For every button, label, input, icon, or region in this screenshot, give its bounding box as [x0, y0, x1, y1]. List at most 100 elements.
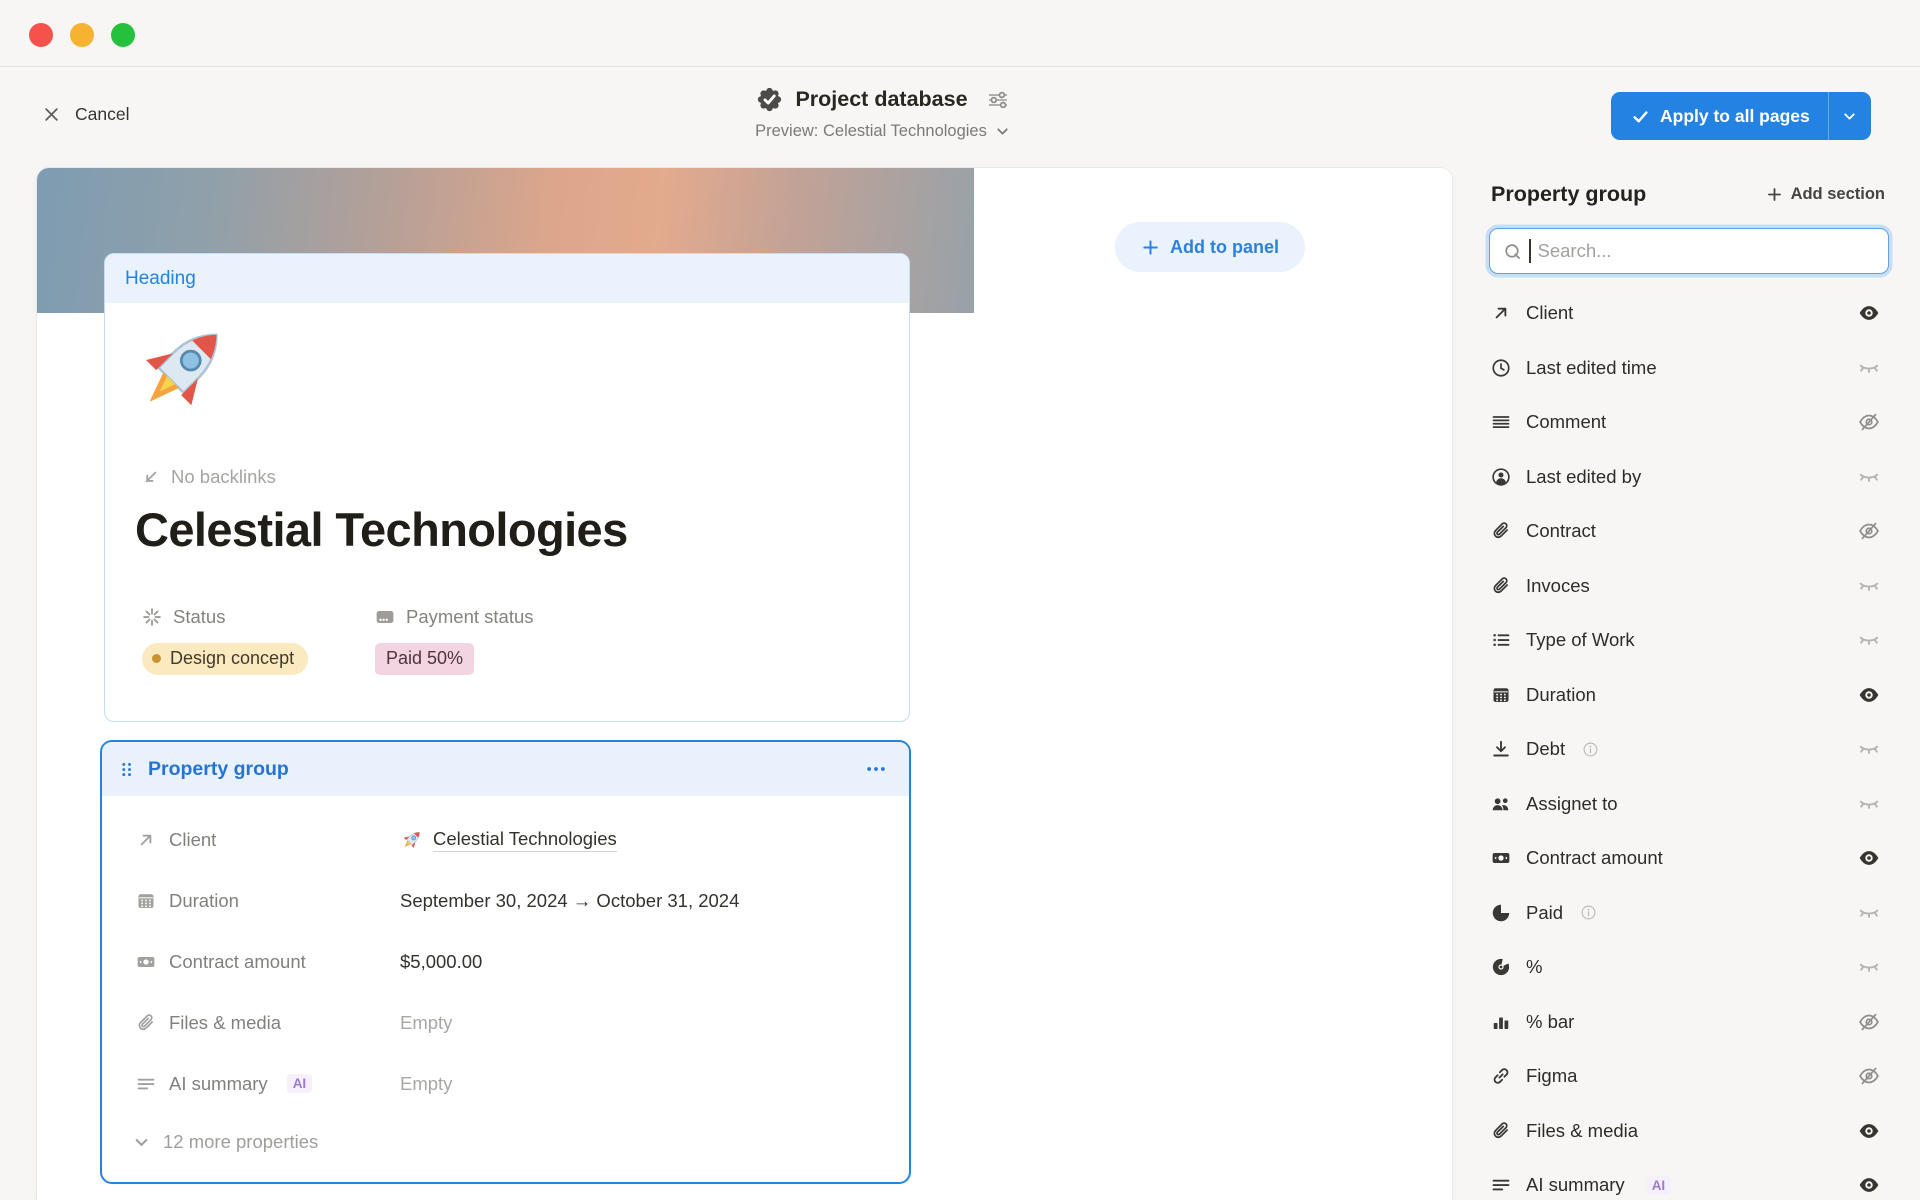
show-more-properties[interactable]: 12 more properties: [102, 1114, 909, 1170]
page-title: Celestial Technologies: [135, 502, 628, 557]
visibility-toggle-eye-closed[interactable]: [1858, 793, 1880, 815]
minimize-window-button[interactable]: [70, 23, 94, 47]
sidebar-item-%[interactable]: %: [1489, 940, 1889, 995]
plus-icon: [1766, 186, 1783, 203]
toolbar: Cancel Project database Preview: Celesti…: [0, 68, 1920, 168]
property-sidebar: Property group Add section Search... Cli…: [1489, 168, 1889, 1200]
align-lines-icon: [136, 1074, 156, 1094]
visibility-toggle-eye-closed[interactable]: [1858, 466, 1880, 488]
sidebar-item-contract[interactable]: Contract: [1489, 504, 1889, 559]
more-menu-icon[interactable]: [865, 758, 887, 780]
add-section-button[interactable]: Add section: [1766, 185, 1885, 204]
visibility-toggle-eye-open[interactable]: [1858, 1120, 1880, 1142]
visibility-toggle-eye-off[interactable]: [1858, 520, 1880, 542]
property-row-files-media[interactable]: Files & mediaEmpty: [102, 992, 909, 1053]
more-properties-label: 12 more properties: [163, 1131, 318, 1153]
apply-options-caret[interactable]: [1829, 92, 1871, 140]
sidebar-item-paid[interactable]: Paid: [1489, 886, 1889, 941]
zoom-window-button[interactable]: [111, 23, 135, 47]
apply-to-all-pages-button[interactable]: Apply to all pages: [1611, 92, 1871, 140]
sidebar-item-client[interactable]: Client: [1489, 286, 1889, 341]
sidebar-item-label: Duration: [1526, 684, 1596, 706]
property-row-duration[interactable]: DurationSeptember 30, 2024 → October 31,…: [102, 870, 909, 931]
info-icon: [1580, 904, 1597, 921]
text-caret: [1529, 239, 1531, 263]
verified-badge-icon: [756, 86, 783, 113]
visibility-toggle-eye-open[interactable]: [1858, 847, 1880, 869]
visibility-toggle-eye-off[interactable]: [1858, 411, 1880, 433]
visibility-toggle-eye-closed[interactable]: [1858, 902, 1880, 924]
arrow-down-left-icon: [141, 467, 161, 487]
visibility-toggle-eye-open[interactable]: [1858, 1174, 1880, 1196]
property-rows: ClientCelestial TechnologiesDurationSept…: [102, 796, 909, 1114]
sidebar-item-label: Client: [1526, 302, 1573, 324]
property-label: Contract amount: [136, 951, 400, 973]
sidebar-item-label: AI summary: [1526, 1174, 1625, 1196]
banknote-icon: [1491, 848, 1511, 868]
visibility-toggle-eye-closed[interactable]: [1858, 738, 1880, 760]
property-value: Empty: [400, 1012, 452, 1034]
heading-section-card[interactable]: Heading No backlinks Celestial Technolog…: [104, 253, 910, 722]
calendar-icon: [136, 891, 156, 911]
sidebar-item-label: % bar: [1526, 1011, 1574, 1033]
property-row-client[interactable]: ClientCelestial Technologies: [102, 809, 909, 870]
close-window-button[interactable]: [29, 23, 53, 47]
page-preview-panel: Add to panel Heading No backlinks Celest…: [37, 168, 1452, 1200]
visibility-toggle-eye-closed[interactable]: [1858, 956, 1880, 978]
property-group-card[interactable]: Property group ClientCelestial Technolog…: [100, 740, 911, 1184]
heading-section-header[interactable]: Heading: [105, 254, 909, 303]
paperclip-icon: [1491, 521, 1511, 541]
rocket-page-icon[interactable]: [129, 316, 237, 424]
status-badge[interactable]: Design concept: [142, 643, 308, 675]
paperclip-icon: [1491, 1121, 1511, 1141]
drag-handle-icon[interactable]: [118, 760, 137, 779]
visibility-toggle-eye-off[interactable]: [1858, 1011, 1880, 1033]
pie-notch-icon: [1491, 957, 1511, 977]
filter-sliders-icon[interactable]: [986, 88, 1010, 112]
add-section-label: Add section: [1791, 185, 1885, 204]
visibility-toggle-eye-closed[interactable]: [1858, 629, 1880, 651]
visibility-toggle-eye-off[interactable]: [1858, 1065, 1880, 1087]
add-to-panel-button[interactable]: Add to panel: [1115, 222, 1305, 272]
ai-badge: AI: [1646, 1176, 1672, 1195]
search-input[interactable]: Search...: [1489, 228, 1889, 274]
sidebar-item-type-of-work[interactable]: Type of Work: [1489, 613, 1889, 668]
inline-prop-payment-status: Payment status Paid 50%: [375, 606, 608, 675]
sidebar-item-last-edited-time[interactable]: Last edited time: [1489, 341, 1889, 396]
backlinks-indicator[interactable]: No backlinks: [141, 466, 276, 488]
preview-page-dropdown[interactable]: Preview: Celestial Technologies: [755, 122, 1011, 141]
sidebar-item-ai-summary[interactable]: AI summary AI: [1489, 1158, 1889, 1200]
visibility-toggle-eye-open[interactable]: [1858, 684, 1880, 706]
align-lines-icon: [1491, 1175, 1511, 1195]
inline-prop-label: Payment status: [375, 606, 608, 628]
property-value[interactable]: Celestial Technologies: [400, 828, 617, 852]
property-group-header[interactable]: Property group: [102, 742, 909, 796]
sidebar-item-duration[interactable]: Duration: [1489, 668, 1889, 723]
sidebar-item-label: Comment: [1526, 411, 1606, 433]
visibility-toggle-eye-open[interactable]: [1858, 302, 1880, 324]
list-icon: [1491, 630, 1511, 650]
inline-prop-label: Status: [142, 606, 375, 628]
property-row-contract-amount[interactable]: Contract amount$5,000.00: [102, 931, 909, 992]
sidebar-item-debt[interactable]: Debt: [1489, 722, 1889, 777]
sidebar-item-figma[interactable]: Figma: [1489, 1049, 1889, 1104]
sidebar-item-files-media[interactable]: Files & media: [1489, 1104, 1889, 1159]
sidebar-item-assignet-to[interactable]: Assignet to: [1489, 777, 1889, 832]
info-icon: [1582, 741, 1599, 758]
sidebar-item-contract-amount[interactable]: Contract amount: [1489, 831, 1889, 886]
visibility-toggle-eye-closed[interactable]: [1858, 575, 1880, 597]
property-row-ai-summary[interactable]: AI summaryAIEmpty: [102, 1053, 909, 1114]
text-lines-icon: [1491, 412, 1511, 432]
select-badge[interactable]: Paid 50%: [375, 643, 474, 675]
sidebar-item-last-edited-by[interactable]: Last edited by: [1489, 450, 1889, 505]
toolbar-title-group: Project database Preview: Celestial Tech…: [0, 86, 1843, 141]
ai-badge: AI: [287, 1074, 313, 1093]
sidebar-item-%-bar[interactable]: % bar: [1489, 995, 1889, 1050]
visibility-toggle-eye-closed[interactable]: [1858, 357, 1880, 379]
property-value: September 30, 2024 → October 31, 2024: [400, 890, 739, 912]
sidebar-item-label: Debt: [1526, 738, 1565, 760]
sidebar-item-comment[interactable]: Comment: [1489, 395, 1889, 450]
sidebar-item-invoces[interactable]: Invoces: [1489, 559, 1889, 614]
search-icon: [1503, 242, 1522, 261]
sidebar-item-label: Assignet to: [1526, 793, 1618, 815]
